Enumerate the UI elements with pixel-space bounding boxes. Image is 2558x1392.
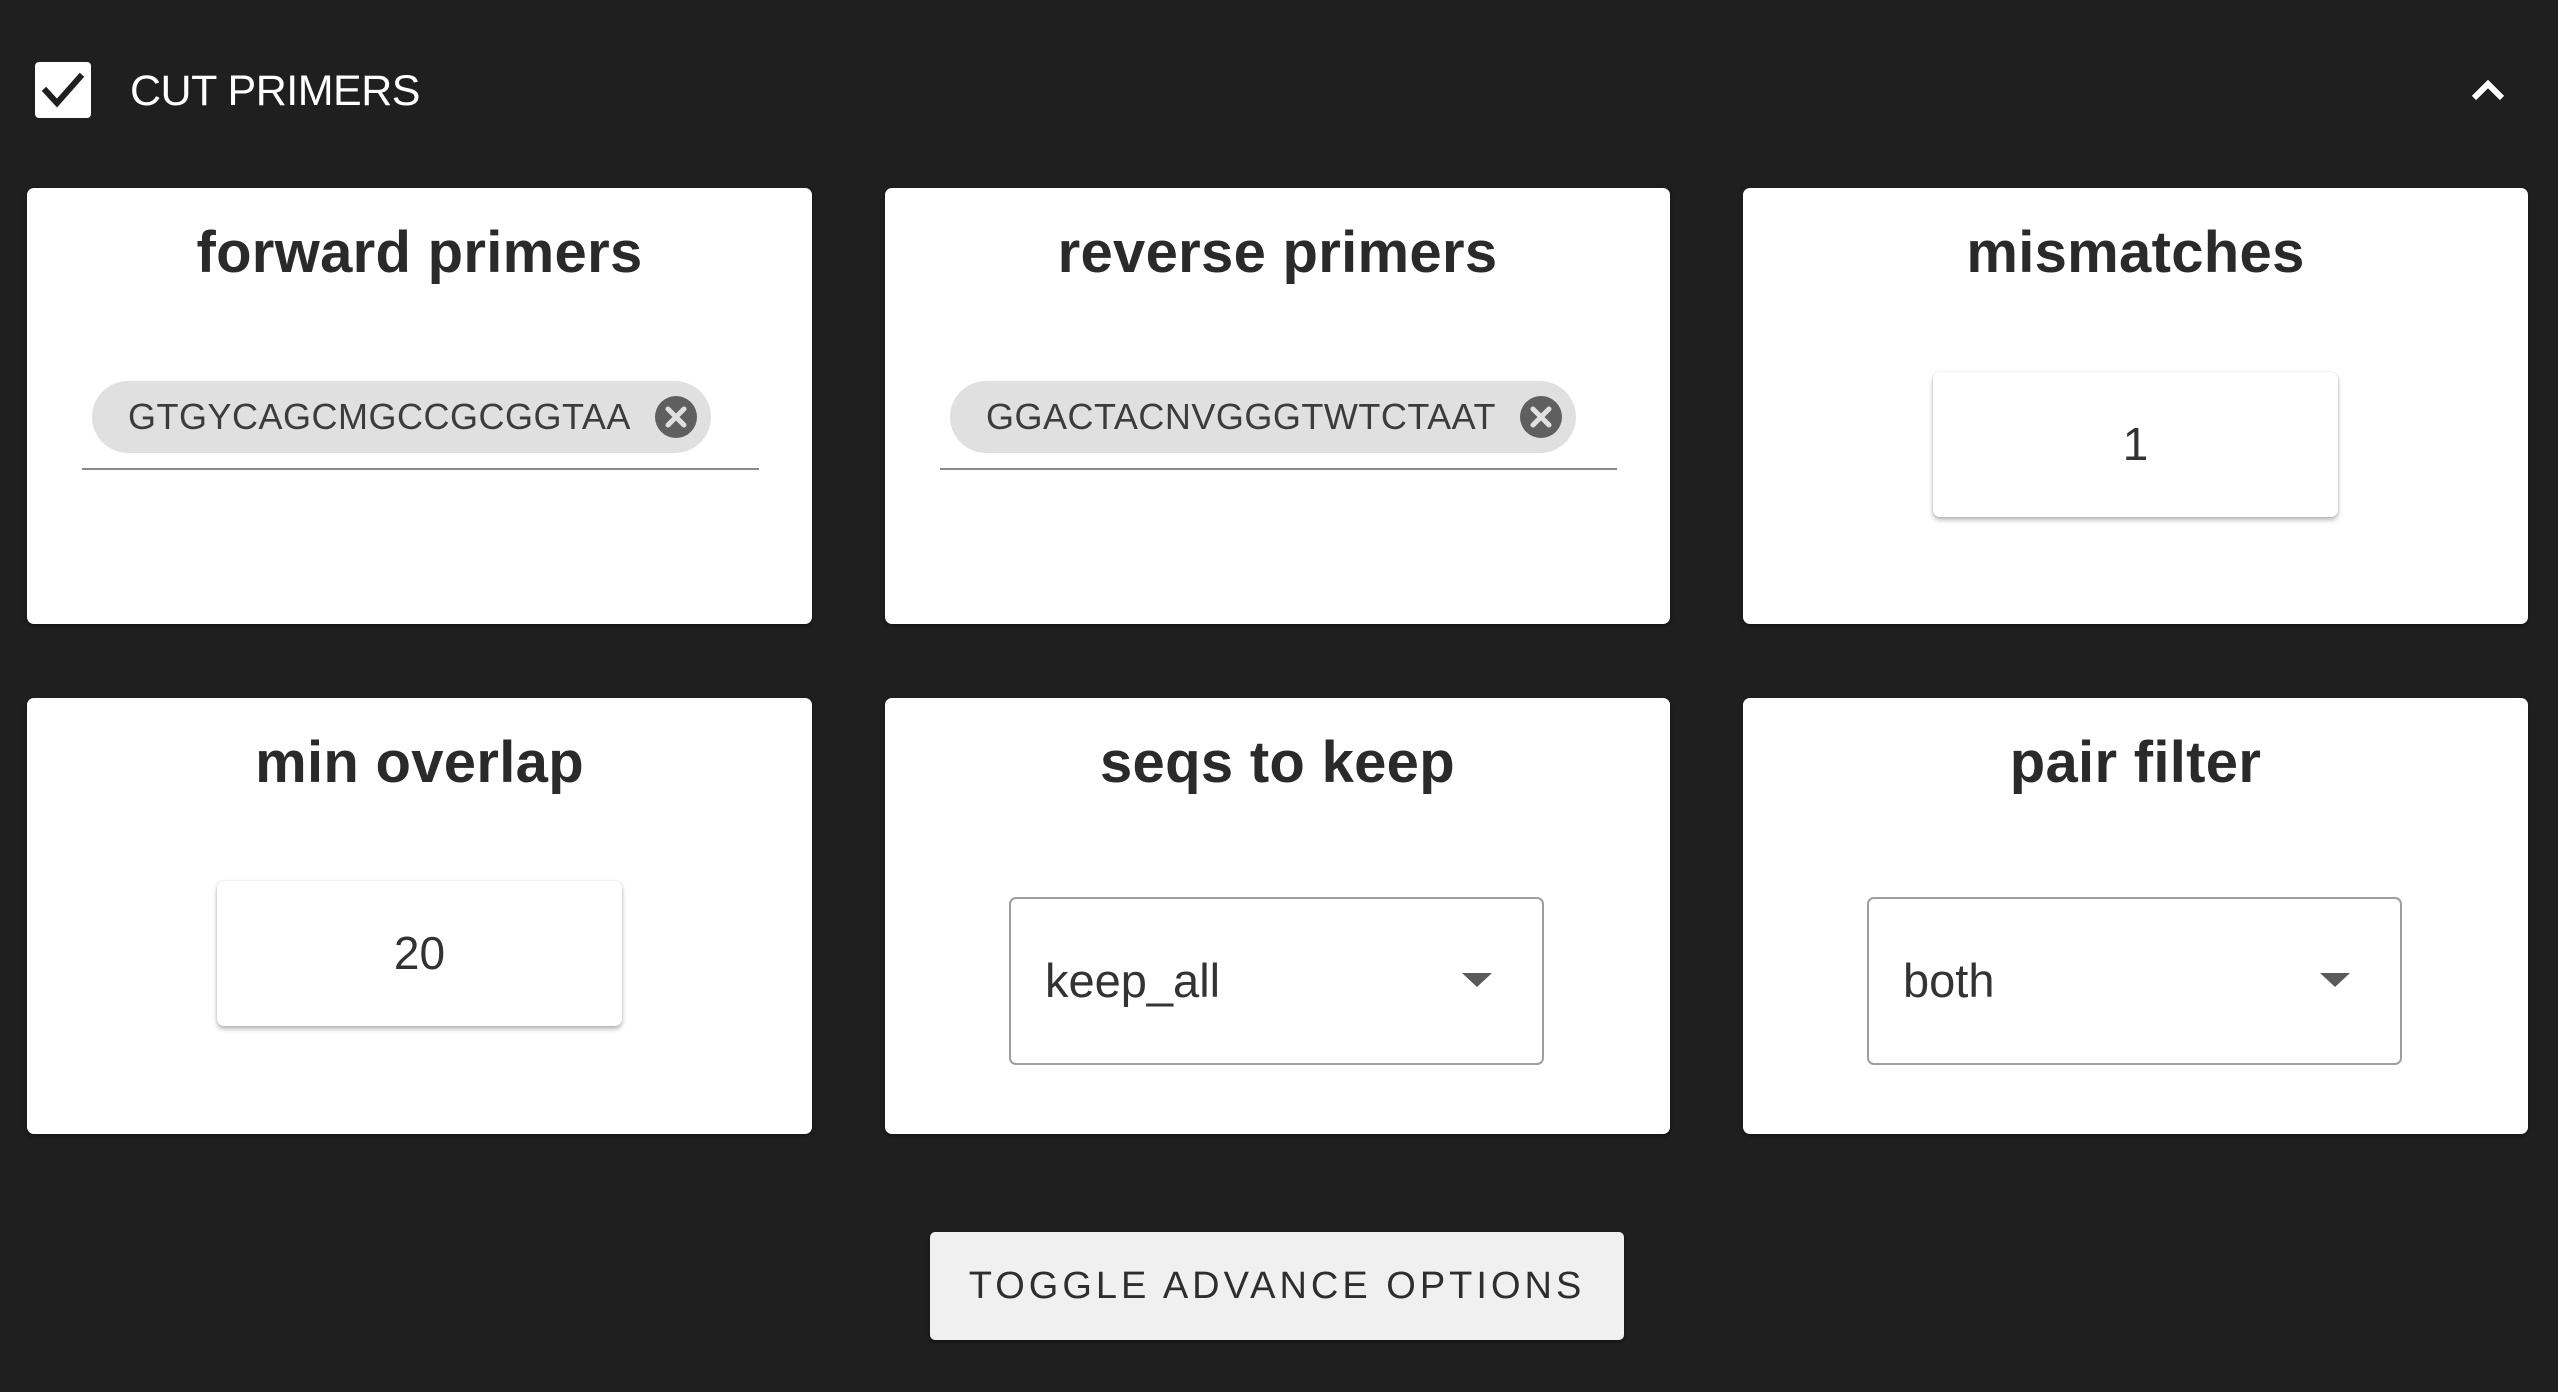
reverse-primers-card: reverse primers GGACTACNVGGGTWTCTAAT <box>885 188 1670 624</box>
panel-header[interactable]: CUT PRIMERS <box>0 0 2558 180</box>
reverse-primer-chip: GGACTACNVGGGTWTCTAAT <box>950 381 1576 453</box>
cut-primers-checkbox[interactable] <box>35 62 91 118</box>
reverse-primers-title: reverse primers <box>1057 220 1498 285</box>
min-overlap-card: min overlap 20 <box>27 698 812 1134</box>
min-overlap-input[interactable]: 20 <box>217 881 622 1026</box>
pair-filter-title: pair filter <box>2009 730 2262 795</box>
pair-filter-select[interactable]: both <box>1867 897 2402 1065</box>
check-icon <box>41 72 85 108</box>
select-value: keep_all <box>1045 954 1221 1007</box>
mismatches-card: mismatches 1 <box>1743 188 2528 624</box>
mismatches-input[interactable]: 1 <box>1933 372 2338 517</box>
forward-primers-card: forward primers GTGYCAGCMGCCGCGGTAA <box>27 188 812 624</box>
cancel-circle-icon[interactable] <box>1518 394 1564 440</box>
forward-primers-title: forward primers <box>196 220 643 285</box>
cancel-circle-icon[interactable] <box>653 394 699 440</box>
chevron-up-icon <box>2471 79 2505 101</box>
collapse-button[interactable] <box>2460 62 2516 118</box>
cut-primers-panel: CUT PRIMERS forward primers GTGYCAGCMGCC… <box>0 0 2558 1392</box>
select-value: both <box>1903 954 1995 1007</box>
chip-label: GTGYCAGCMGCCGCGGTAA <box>128 396 631 437</box>
chip-label: GGACTACNVGGGTWTCTAAT <box>986 396 1496 437</box>
pair-filter-card: pair filter both <box>1743 698 2528 1134</box>
forward-primer-chip: GTGYCAGCMGCCGCGGTAA <box>92 381 711 453</box>
seqs-to-keep-select[interactable]: keep_all <box>1009 897 1544 1065</box>
seqs-to-keep-title: seqs to keep <box>1100 730 1455 795</box>
toggle-advance-options-button[interactable]: TOGGLE ADVANCE OPTIONS <box>930 1232 1624 1340</box>
seqs-to-keep-card: seqs to keep keep_all <box>885 698 1670 1134</box>
mismatches-title: mismatches <box>1966 220 2305 285</box>
panel-title: CUT PRIMERS <box>130 67 420 115</box>
caret-down-icon <box>1462 973 1492 987</box>
caret-down-icon <box>2320 973 2350 987</box>
min-overlap-title: min overlap <box>255 730 584 795</box>
